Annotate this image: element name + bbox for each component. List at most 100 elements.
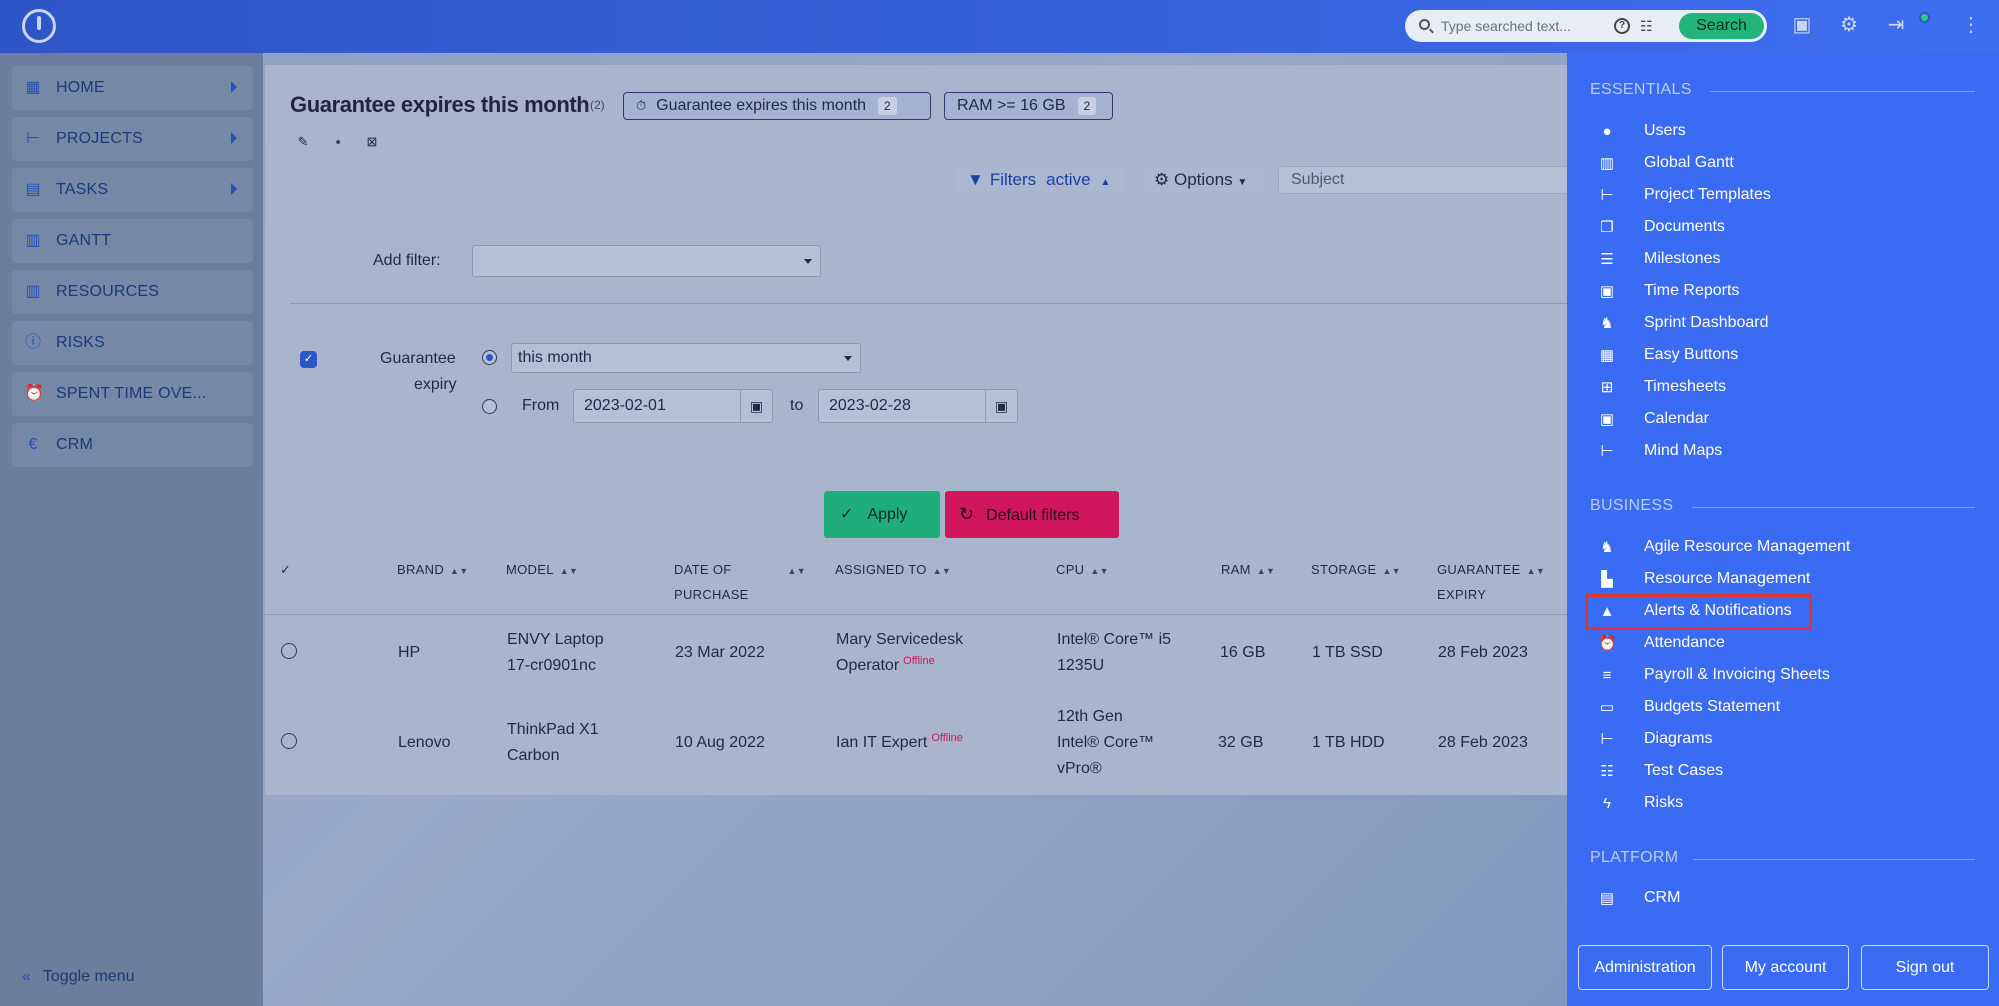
default-filters-button[interactable]: ↻ Default filters	[945, 491, 1119, 538]
menu-item-users[interactable]: ● Users	[1590, 117, 1970, 147]
trash-icon[interactable]: ▪	[329, 133, 347, 151]
calendar-icon[interactable]: ▣	[740, 390, 772, 422]
top-bar: ? ☷ Search ▣ ⚙ ⇥ ⋮	[0, 0, 1999, 53]
column-header-guarantee-expiry[interactable]: GUARANTEE ▲▼ EXPIRY	[1437, 558, 1545, 606]
sidebar-item-spent-time[interactable]: ⏰ SPENT TIME OVE...	[12, 372, 253, 416]
search-button[interactable]: Search	[1679, 13, 1764, 39]
menu-item-milestones[interactable]: ☰ Milestones	[1590, 245, 1970, 275]
sidebar-item-home[interactable]: ▦ HOME	[12, 66, 253, 110]
menu-item-budgets-statement[interactable]: ▭ Budgets Statement	[1590, 693, 1970, 723]
section-title-business: BUSINESS	[1590, 497, 1674, 514]
buttons-grid-icon: ▦	[1599, 347, 1615, 364]
divider	[290, 303, 1568, 304]
lightning-icon: ϟ	[1603, 795, 1611, 812]
options-button[interactable]: ⚙ Options ▼	[1142, 168, 1262, 192]
add-filter-select[interactable]	[472, 245, 821, 277]
column-header-model[interactable]: MODEL ▲▼	[506, 558, 578, 583]
menu-item-easy-buttons[interactable]: ▦ Easy Buttons	[1590, 341, 1970, 371]
my-account-button[interactable]: My account	[1722, 945, 1849, 990]
to-date-field[interactable]: 2023-02-28 ▣	[818, 389, 1018, 423]
from-date-field[interactable]: 2023-02-01 ▣	[573, 389, 773, 423]
check-icon: ✓	[840, 506, 854, 523]
column-header-cpu[interactable]: CPU ▲▼	[1056, 558, 1109, 583]
chevron-up-icon: ▲	[1100, 177, 1111, 188]
cell-brand[interactable]: Lenovo	[398, 730, 451, 756]
cell-cpu: Intel® Core™ i5 1235U	[1057, 631, 1172, 674]
sign-out-button[interactable]: Sign out	[1861, 945, 1989, 990]
menu-item-resource-management[interactable]: ▙ Resource Management	[1590, 565, 1970, 595]
search-icon	[1419, 19, 1430, 30]
bar-chart-icon: ▥	[25, 283, 41, 300]
more-vertical-icon[interactable]: ⋮	[1960, 14, 1982, 36]
menu-item-crm[interactable]: ▤ CRM	[1590, 884, 1970, 914]
column-header-date-of-purchase[interactable]: DATE OF ▲▼ PURCHASE	[674, 558, 806, 606]
period-radio[interactable]	[482, 350, 497, 365]
date-range-radio[interactable]	[482, 399, 497, 414]
menu-item-calendar[interactable]: ▣ Calendar	[1590, 405, 1970, 435]
sidebar-item-projects[interactable]: ⊢ PROJECTS	[12, 117, 253, 161]
toggle-menu-button[interactable]: « Toggle menu	[22, 968, 135, 986]
sidebar-item-resources[interactable]: ▥ RESOURCES	[12, 270, 253, 314]
menu-item-global-gantt[interactable]: ▥ Global Gantt	[1590, 149, 1970, 179]
column-header-storage[interactable]: STORAGE ▲▼	[1311, 558, 1401, 583]
cell-model[interactable]: ThinkPad X1 Carbon	[507, 717, 599, 769]
search-input[interactable]	[1441, 16, 1611, 36]
gear-icon[interactable]: ⚙	[1838, 14, 1860, 36]
menu-item-attendance[interactable]: ⏰ Attendance	[1590, 629, 1970, 659]
calendar-icon[interactable]: ▣	[985, 390, 1017, 422]
cell-model[interactable]: ENVY Laptop 17-cr0901nc	[507, 627, 604, 679]
menu-item-time-reports[interactable]: ▣ Time Reports	[1590, 277, 1970, 307]
sidebar-item-tasks[interactable]: ▤ TASKS	[12, 168, 253, 212]
menu-item-documents[interactable]: ❐ Documents	[1590, 213, 1970, 243]
subject-search-input[interactable]	[1278, 166, 1568, 194]
filters-toggle[interactable]: ▼ Filters active ▲	[955, 168, 1125, 192]
column-header-assigned-to[interactable]: ASSIGNED TO ▲▼	[835, 558, 951, 583]
save-query-icon[interactable]: ⊠	[363, 133, 381, 151]
cell-brand[interactable]: HP	[398, 640, 420, 666]
filter-name-label: Guarantee	[380, 350, 456, 367]
row-select[interactable]	[281, 733, 297, 749]
menu-item-diagrams[interactable]: ⊢ Diagrams	[1590, 725, 1970, 755]
row-select[interactable]	[281, 643, 297, 659]
menu-item-mind-maps[interactable]: ⊢ Mind Maps	[1590, 437, 1970, 467]
cell-assigned-to[interactable]: Mary Servicedesk Operator Offline	[836, 627, 963, 680]
hierarchy-icon: ⊢	[1600, 443, 1614, 460]
select-all-check[interactable]: ✓	[280, 558, 291, 581]
saved-query-chip[interactable]: ⏱ Guarantee expires this month 2	[623, 92, 931, 120]
calendar-icon[interactable]: ▣	[1791, 14, 1813, 36]
filter-icon: ▼	[967, 170, 984, 189]
filter-enabled-checkbox[interactable]: ✓	[300, 351, 317, 368]
menu-item-test-cases[interactable]: ☷ Test Cases	[1590, 757, 1970, 787]
money-icon: ▭	[1599, 699, 1615, 716]
divider	[1710, 91, 1975, 92]
user-icon: ●	[1602, 123, 1612, 140]
app-logo-icon[interactable]	[22, 9, 56, 43]
search-settings-icon[interactable]: ☷	[1640, 18, 1653, 35]
chip-count: 2	[878, 97, 897, 115]
hierarchy-icon: ⊢	[1600, 731, 1614, 748]
menu-item-sprint-dashboard[interactable]: ♞ Sprint Dashboard	[1590, 309, 1970, 339]
menu-item-risks[interactable]: ϟ Risks	[1590, 789, 1970, 819]
menu-item-timesheets[interactable]: ⊞ Timesheets	[1590, 373, 1970, 403]
sidebar-item-gantt[interactable]: ▥ GANTT	[12, 219, 253, 263]
menu-item-agile-resource-management[interactable]: ♞ Agile Resource Management	[1590, 533, 1970, 563]
logout-icon[interactable]: ⇥	[1885, 14, 1907, 36]
column-header-brand[interactable]: BRAND ▲▼	[397, 558, 468, 583]
chevron-right-icon	[231, 183, 237, 195]
column-header-ram[interactable]: RAM ▲▼	[1221, 558, 1275, 583]
administration-button[interactable]: Administration	[1578, 945, 1712, 990]
saved-query-chip[interactable]: RAM >= 16 GB 2	[944, 92, 1113, 120]
pencil-icon[interactable]: ✎	[294, 133, 312, 151]
apply-button[interactable]: ✓ Apply	[824, 491, 940, 538]
cell-ram: 16 GB	[1220, 644, 1266, 661]
sidebar-item-crm[interactable]: € CRM	[12, 423, 253, 467]
help-icon[interactable]: ?	[1614, 18, 1630, 34]
sidebar-item-label: HOME	[56, 79, 105, 96]
menu-item-project-templates[interactable]: ⊢ Project Templates	[1590, 181, 1970, 211]
menu-item-payroll-invoicing[interactable]: ≡ Payroll & Invoicing Sheets	[1590, 661, 1970, 691]
sidebar-item-risks[interactable]: ⓘ RISKS	[12, 321, 253, 365]
period-select[interactable]: this month	[511, 343, 861, 373]
runner-icon: ♞	[1600, 539, 1614, 556]
cell-assigned-to[interactable]: Ian IT Expert Offline	[836, 730, 963, 757]
double-chevron-left-icon: «	[22, 968, 31, 985]
